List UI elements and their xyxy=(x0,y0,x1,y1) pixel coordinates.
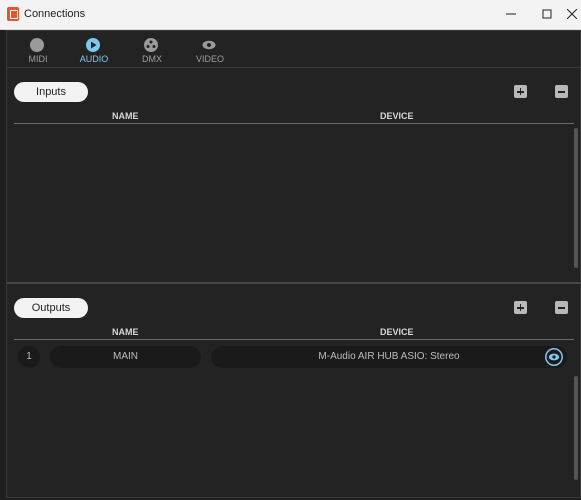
tab-label: DMX xyxy=(142,54,162,64)
add-input-button[interactable] xyxy=(514,85,527,98)
header-divider xyxy=(14,339,574,340)
tab-label: MIDI xyxy=(28,54,48,64)
tab-label: VIDEO xyxy=(195,54,224,64)
play-icon xyxy=(86,38,100,52)
remove-input-button[interactable] xyxy=(555,85,568,98)
minus-icon xyxy=(558,91,565,93)
output-device-select[interactable]: M-Audio AIR HUB ASIO: Stereo xyxy=(211,346,567,368)
add-output-button[interactable] xyxy=(514,301,527,314)
row-index: 1 xyxy=(18,346,40,368)
outputs-button[interactable]: Outputs xyxy=(14,298,88,318)
midi-icon xyxy=(30,38,44,52)
tab-bar: MIDI AUDIO DMX VIDEO xyxy=(7,31,580,68)
inputs-scrollbar[interactable] xyxy=(574,128,578,268)
app-icon xyxy=(7,7,19,21)
column-header-name: NAME xyxy=(112,327,139,337)
tab-video[interactable]: VIDEO xyxy=(187,35,233,65)
inputs-button[interactable]: Inputs xyxy=(14,82,88,102)
close-icon xyxy=(567,9,577,19)
minus-icon xyxy=(558,307,565,309)
tab-audio[interactable]: AUDIO xyxy=(71,35,117,65)
tab-midi[interactable]: MIDI xyxy=(15,35,61,65)
dmx-icon xyxy=(144,38,158,52)
column-header-device: DEVICE xyxy=(380,111,414,121)
tab-dmx[interactable]: DMX xyxy=(129,35,175,65)
eye-icon xyxy=(202,38,216,52)
remove-output-button[interactable] xyxy=(555,301,568,314)
maximize-icon xyxy=(542,9,552,19)
maximize-button[interactable] xyxy=(529,0,565,29)
monitor-toggle-button[interactable] xyxy=(545,348,563,366)
minimize-icon xyxy=(506,13,516,15)
column-header-device: DEVICE xyxy=(380,327,414,337)
output-name-field[interactable]: MAIN xyxy=(50,346,201,368)
connections-panel: MIDI AUDIO DMX VIDEO Inputs NAME DEVICE … xyxy=(6,30,581,498)
column-header-name: NAME xyxy=(112,111,139,121)
eye-icon xyxy=(545,348,563,366)
outputs-section: Outputs NAME DEVICE 1 MAIN M-Audio AIR H… xyxy=(7,284,580,497)
table-row[interactable]: 1 MAIN M-Audio AIR HUB ASIO: Stereo xyxy=(14,346,574,370)
title-bar: Connections xyxy=(0,0,581,30)
header-divider xyxy=(14,123,574,124)
outputs-scrollbar[interactable] xyxy=(574,376,578,480)
close-button[interactable] xyxy=(564,0,581,29)
tab-label: AUDIO xyxy=(79,54,109,64)
inputs-section: Inputs NAME DEVICE xyxy=(7,68,580,284)
minimize-button[interactable] xyxy=(493,0,529,29)
window-title: Connections xyxy=(24,8,86,20)
